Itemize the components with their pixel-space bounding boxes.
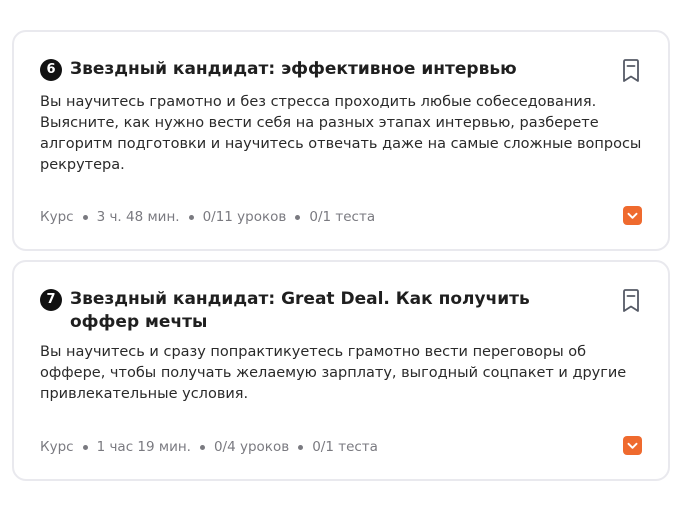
course-meta: Курс 1 час 19 мин. 0/4 уроков 0/1 теста <box>40 439 378 455</box>
bookmark-icon[interactable] <box>620 288 642 314</box>
separator-dot <box>298 444 304 450</box>
course-number-badge: 7 <box>40 289 62 311</box>
course-tests: 0/1 теста <box>309 209 376 225</box>
expand-button[interactable] <box>623 436 642 455</box>
course-title-row: 7 Звездный кандидат: Great Deal. Как пол… <box>40 288 642 334</box>
course-description: Вы научитесь грамотно и без стресса прох… <box>40 94 642 173</box>
chevron-down-icon <box>627 212 638 219</box>
course-card[interactable]: 7 Звездный кандидат: Great Deal. Как пол… <box>12 260 670 481</box>
course-tests: 0/1 теста <box>312 439 378 455</box>
course-title-row: 6 Звездный кандидат: эффективное интервь… <box>40 58 642 84</box>
course-description: Вы научитесь и сразу попрактикуетесь гра… <box>40 344 627 402</box>
course-duration: 1 час 19 мин. <box>96 439 191 455</box>
course-duration: 3 ч. 48 мин. <box>96 209 180 225</box>
course-meta: Курс 3 ч. 48 мин. 0/11 уроков 0/1 теста <box>40 209 375 225</box>
course-type: Курс <box>40 439 74 455</box>
bookmark-icon[interactable] <box>620 58 642 84</box>
separator-dot <box>188 214 194 220</box>
course-card[interactable]: 6 Звездный кандидат: эффективное интервь… <box>12 30 670 251</box>
course-type: Курс <box>40 209 74 225</box>
course-lessons: 0/4 уроков <box>213 439 290 455</box>
course-lessons: 0/11 уроков <box>202 209 287 225</box>
course-title[interactable]: Звездный кандидат: эффективное интервью <box>70 58 642 81</box>
separator-dot <box>82 444 88 450</box>
chevron-down-icon <box>627 442 638 449</box>
separator-dot <box>295 214 301 220</box>
course-title[interactable]: Звездный кандидат: Great Deal. Как получ… <box>70 288 642 334</box>
expand-button[interactable] <box>623 206 642 225</box>
separator-dot <box>82 214 88 220</box>
separator-dot <box>199 444 205 450</box>
course-number-badge: 6 <box>40 59 62 81</box>
